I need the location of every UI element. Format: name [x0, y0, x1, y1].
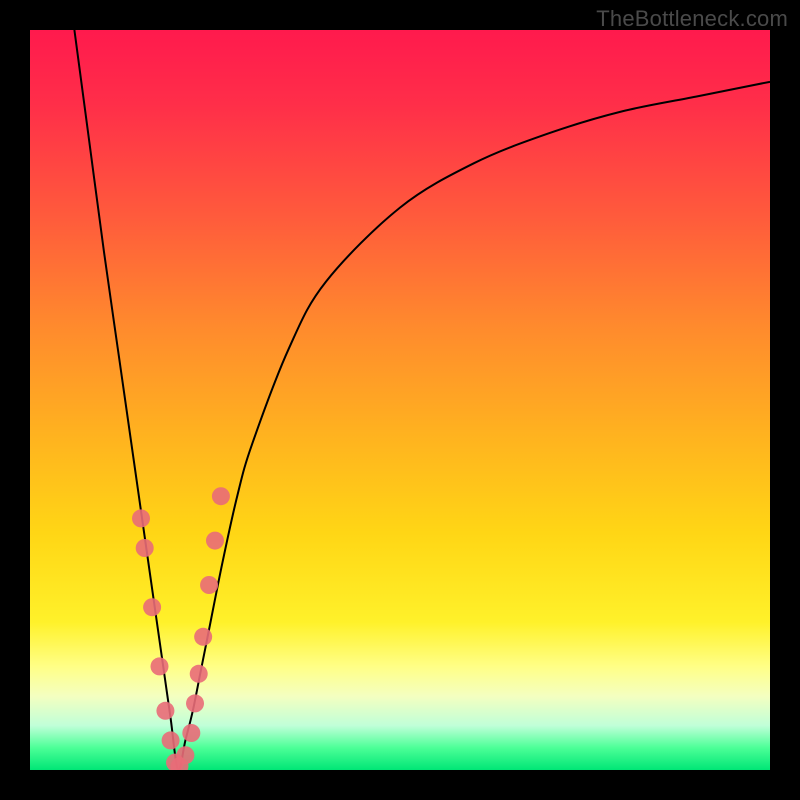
highlight-dot [190, 665, 208, 683]
highlight-dot [200, 576, 218, 594]
highlight-dot [182, 724, 200, 742]
highlight-dot [162, 731, 180, 749]
highlight-dot [156, 702, 174, 720]
highlight-dot [176, 746, 194, 764]
highlight-dot [151, 657, 169, 675]
highlight-dot [212, 487, 230, 505]
highlight-dot [206, 532, 224, 550]
curve-line [74, 30, 770, 770]
highlight-dot [132, 509, 150, 527]
bottleneck-curve [74, 30, 770, 770]
plot-area [30, 30, 770, 770]
highlight-dot [143, 598, 161, 616]
highlight-dot [186, 694, 204, 712]
watermark-text: TheBottleneck.com [596, 6, 788, 32]
chart-frame: TheBottleneck.com [0, 0, 800, 800]
chart-svg [30, 30, 770, 770]
highlight-dot [194, 628, 212, 646]
highlight-dot [136, 539, 154, 557]
highlight-dots [132, 487, 230, 770]
